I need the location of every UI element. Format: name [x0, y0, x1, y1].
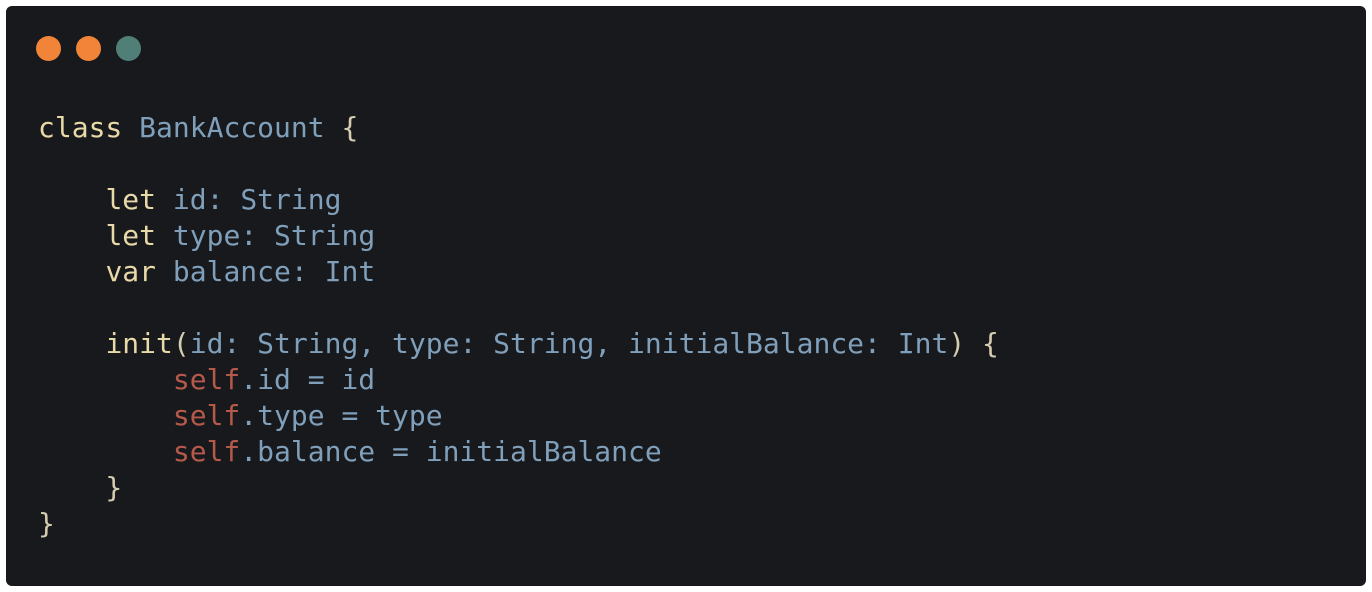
code-token-identifier: :	[206, 183, 241, 216]
code-token-identifier: BankAccount	[139, 111, 325, 144]
zoom-dot[interactable]	[116, 36, 141, 61]
code-block: class BankAccount { let id: String let t…	[38, 110, 999, 542]
code-token-keyword: let	[105, 183, 157, 216]
code-token-punctuation	[38, 435, 173, 468]
code-token-punctuation	[122, 111, 139, 144]
code-token-identifier: .type = type	[240, 399, 443, 432]
code-token-identifier: .balance = initialBalance	[240, 435, 662, 468]
code-token-self: self	[172, 363, 241, 396]
code-token-keyword: class	[38, 111, 123, 144]
code-token-punctuation: (	[172, 327, 190, 360]
code-token-self: self	[172, 435, 241, 468]
code-token-punctuation: ) {	[948, 327, 999, 360]
code-token-identifier: Int	[324, 255, 376, 288]
code-token-punctuation	[38, 399, 173, 432]
code-token-identifier: id: String, type: String, initialBalance…	[189, 327, 949, 360]
code-token-punctuation	[156, 219, 173, 252]
code-token-punctuation: }	[38, 471, 123, 504]
code-token-keyword: init	[105, 327, 173, 360]
code-token-punctuation	[38, 327, 105, 360]
code-line: let type: String	[38, 218, 999, 254]
code-line: var balance: Int	[38, 254, 999, 290]
code-line: self.id = id	[38, 362, 999, 398]
code-line: class BankAccount {	[38, 110, 999, 146]
code-line: }	[38, 470, 999, 506]
code-token-identifier: :	[240, 219, 275, 252]
code-token-identifier: balance	[172, 255, 291, 288]
code-token-punctuation	[38, 219, 105, 252]
code-token-punctuation	[38, 255, 105, 288]
window-controls	[36, 36, 141, 61]
code-token-punctuation	[38, 363, 173, 396]
code-token-self: self	[172, 399, 241, 432]
code-token-punctuation: {	[324, 111, 359, 144]
code-token-identifier: String	[240, 183, 342, 216]
code-line: init(id: String, type: String, initialBa…	[38, 326, 999, 362]
code-token-keyword: var	[105, 255, 157, 288]
code-line: self.balance = initialBalance	[38, 434, 999, 470]
code-window: class BankAccount { let id: String let t…	[6, 6, 1366, 586]
code-token-identifier: .id = id	[240, 363, 376, 396]
minimize-dot[interactable]	[76, 36, 101, 61]
code-token-identifier: id	[172, 183, 207, 216]
code-token-punctuation	[156, 183, 173, 216]
code-token-punctuation: }	[38, 507, 55, 540]
code-token-identifier: :	[290, 255, 325, 288]
code-token-identifier: type	[172, 219, 241, 252]
code-line: let id: String	[38, 182, 999, 218]
code-line: self.type = type	[38, 398, 999, 434]
code-token-punctuation	[156, 255, 173, 288]
code-token-keyword: let	[105, 219, 157, 252]
code-line: }	[38, 506, 999, 542]
code-token-punctuation	[38, 183, 105, 216]
close-dot[interactable]	[36, 36, 61, 61]
code-token-identifier: String	[274, 219, 376, 252]
